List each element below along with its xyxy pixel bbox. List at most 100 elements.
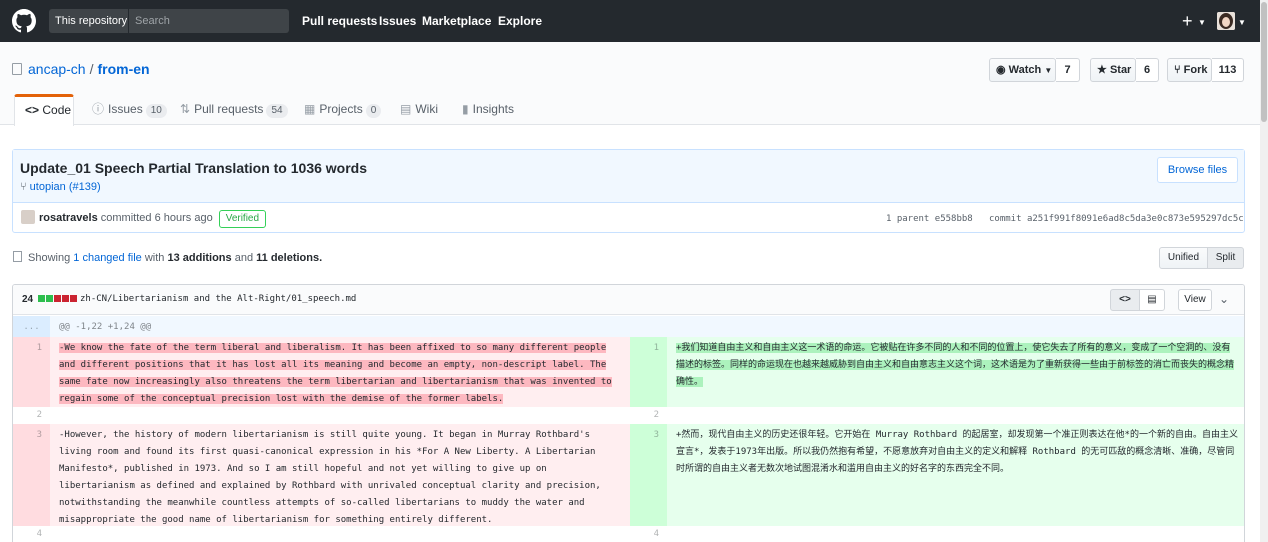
diff-row: 2 2 bbox=[13, 407, 1244, 424]
parent-label: 1 parent bbox=[886, 214, 930, 224]
parent-sha-link[interactable]: e558bb8 bbox=[935, 214, 973, 224]
tab-insights-label: Insights bbox=[472, 102, 514, 116]
commit-header: Update_01 Speech Partial Translation to … bbox=[13, 150, 1244, 203]
diff-row: 3 -However, the history of modern libert… bbox=[13, 424, 1244, 526]
repo-title: ancap-ch / from-en bbox=[12, 61, 150, 77]
code-icon: <> bbox=[1119, 294, 1131, 305]
star-count[interactable]: 6 bbox=[1136, 58, 1159, 82]
diff-stat-count: 24 bbox=[22, 294, 34, 305]
commit-action: committed bbox=[100, 212, 152, 224]
browse-files-button[interactable]: Browse files bbox=[1157, 157, 1238, 183]
github-logo-icon[interactable] bbox=[12, 9, 36, 33]
tab-issues[interactable]: ⓘ Issues 10 bbox=[92, 94, 167, 126]
additions-count: 13 additions bbox=[167, 252, 232, 264]
tab-pull-requests-label: Pull requests bbox=[194, 102, 264, 116]
commit-title: Update_01 Speech Partial Translation to … bbox=[20, 160, 368, 176]
hunk-header: @@ -1,22 +1,24 @@ bbox=[59, 322, 152, 332]
commit-parent: 1 parent e558bb8 bbox=[886, 214, 973, 224]
star-button[interactable]: ★ Star bbox=[1090, 58, 1136, 82]
repo-icon bbox=[12, 63, 22, 75]
context-line bbox=[50, 407, 630, 424]
issues-count-badge: 10 bbox=[145, 104, 167, 118]
tab-pull-requests[interactable]: ⇅ Pull requests 54 bbox=[180, 94, 288, 126]
tab-code-label: Code bbox=[42, 103, 72, 117]
plus-caret-icon[interactable]: ▼ bbox=[1198, 18, 1206, 27]
nav-marketplace[interactable]: Marketplace bbox=[422, 14, 491, 28]
issue-icon: ⓘ bbox=[92, 102, 105, 116]
right-line-number[interactable]: 4 bbox=[630, 526, 667, 542]
diff-row: 4 4 bbox=[13, 526, 1244, 542]
commit-sha: commit a251f991f8091e6ad8c5da3e0c873e595… bbox=[989, 214, 1244, 224]
user-avatar-icon bbox=[1217, 12, 1235, 30]
unified-button[interactable]: Unified bbox=[1159, 247, 1208, 269]
commit-author[interactable]: rosatravels bbox=[39, 212, 98, 224]
fork-button[interactable]: ⑂ Fork bbox=[1167, 58, 1212, 82]
diff-stat: 24 bbox=[22, 294, 78, 305]
diffstat-del-block bbox=[61, 295, 69, 302]
file-diff: 24 zh-CN/Libertarianism and the Alt-Righ… bbox=[12, 284, 1245, 542]
search-box: This repository bbox=[49, 9, 289, 33]
left-line-number[interactable]: 4 bbox=[13, 526, 50, 542]
user-avatar[interactable] bbox=[1217, 12, 1235, 30]
diff-summary: Showing 1 changed file with 13 additions… bbox=[13, 251, 322, 264]
eye-icon: ◉ bbox=[996, 64, 1006, 76]
commit-time: 6 hours ago bbox=[154, 212, 213, 224]
left-line-number[interactable]: 1 bbox=[13, 337, 50, 407]
code-icon: <> bbox=[25, 103, 40, 117]
hunk-expand-marker[interactable]: ... bbox=[13, 316, 50, 337]
source-diff-button[interactable]: <> bbox=[1110, 289, 1140, 311]
right-line-number[interactable]: 3 bbox=[630, 424, 667, 526]
tab-code[interactable]: <> Code bbox=[14, 94, 74, 126]
page-scrollbar-thumb[interactable] bbox=[1261, 2, 1267, 122]
repo-header: ancap-ch / from-en ◉ Watch ▼ 7 ★ Star 6 ⑂ … bbox=[0, 42, 1260, 126]
toc-prefix: Showing bbox=[28, 252, 71, 264]
watch-button[interactable]: ◉ Watch ▼ bbox=[989, 58, 1056, 82]
rich-diff-button[interactable]: ▤ bbox=[1139, 289, 1165, 311]
view-file-button[interactable]: View bbox=[1178, 289, 1212, 311]
watch-label: Watch bbox=[1008, 64, 1042, 76]
context-line bbox=[50, 526, 630, 542]
nav-explore[interactable]: Explore bbox=[498, 14, 542, 28]
added-line-text: +我们知道自由主义和自由主义这一术语的命运。它被贴在许多不同的人和不同的位置上，… bbox=[676, 343, 1235, 387]
tab-projects-label: Projects bbox=[319, 102, 363, 116]
deleted-line: -We know the fate of the term liberal an… bbox=[50, 337, 630, 407]
collapse-chevron-icon[interactable]: ⌄ bbox=[1219, 292, 1229, 306]
tab-projects[interactable]: ▦ Projects 0 bbox=[304, 94, 382, 126]
book-icon: ▤ bbox=[400, 102, 412, 116]
verified-badge[interactable]: Verified bbox=[218, 210, 267, 228]
avatar-caret-icon[interactable]: ▼ bbox=[1238, 18, 1246, 27]
split-button[interactable]: Split bbox=[1207, 247, 1244, 269]
added-line: +我们知道自由主义和自由主义这一术语的命运。它被贴在许多不同的人和不同的位置上，… bbox=[667, 337, 1244, 407]
toc-and: and bbox=[234, 252, 254, 264]
nav-pull-requests[interactable]: Pull requests bbox=[302, 14, 377, 28]
file-path[interactable]: zh-CN/Libertarianism and the Alt-Right/0… bbox=[80, 294, 356, 304]
left-line-number[interactable]: 2 bbox=[13, 407, 50, 424]
pull-requests-count-badge: 54 bbox=[266, 104, 288, 118]
fork-label: Fork bbox=[1183, 64, 1208, 76]
repo-name-link[interactable]: from-en bbox=[97, 61, 149, 77]
right-line-number[interactable]: 2 bbox=[630, 407, 667, 424]
context-line bbox=[667, 526, 1244, 542]
left-line-number[interactable]: 3 bbox=[13, 424, 50, 526]
right-line-number[interactable]: 1 bbox=[630, 337, 667, 407]
watch-caret-icon: ▼ bbox=[1044, 66, 1053, 75]
author-avatar[interactable] bbox=[21, 210, 35, 224]
nav-issues[interactable]: Issues bbox=[379, 14, 416, 28]
watch-count[interactable]: 7 bbox=[1056, 58, 1080, 82]
fork-count[interactable]: 113 bbox=[1212, 58, 1244, 82]
commit-box: Update_01 Speech Partial Translation to … bbox=[12, 149, 1245, 233]
context-line bbox=[667, 407, 1244, 424]
commit-branch: ⑂ utopian (#139) bbox=[20, 181, 101, 193]
tab-insights[interactable]: ▮ Insights bbox=[462, 94, 514, 126]
new-plus-icon[interactable]: + bbox=[1182, 12, 1193, 30]
search-input[interactable] bbox=[129, 9, 289, 33]
changed-files-link[interactable]: 1 changed file bbox=[73, 252, 142, 264]
star-icon: ★ bbox=[1097, 64, 1107, 76]
diffstat-del-block bbox=[69, 295, 77, 302]
tab-wiki[interactable]: ▤ Wiki bbox=[400, 94, 438, 126]
repo-owner-link[interactable]: ancap-ch bbox=[28, 61, 86, 77]
added-line: +然而，现代自由主义的历史还很年轻。它开始在 Murray Rothbard 的… bbox=[667, 424, 1244, 526]
pr-link[interactable]: (#139) bbox=[69, 181, 101, 193]
branch-icon: ⑂ bbox=[20, 181, 27, 193]
branch-link[interactable]: utopian bbox=[30, 181, 66, 193]
